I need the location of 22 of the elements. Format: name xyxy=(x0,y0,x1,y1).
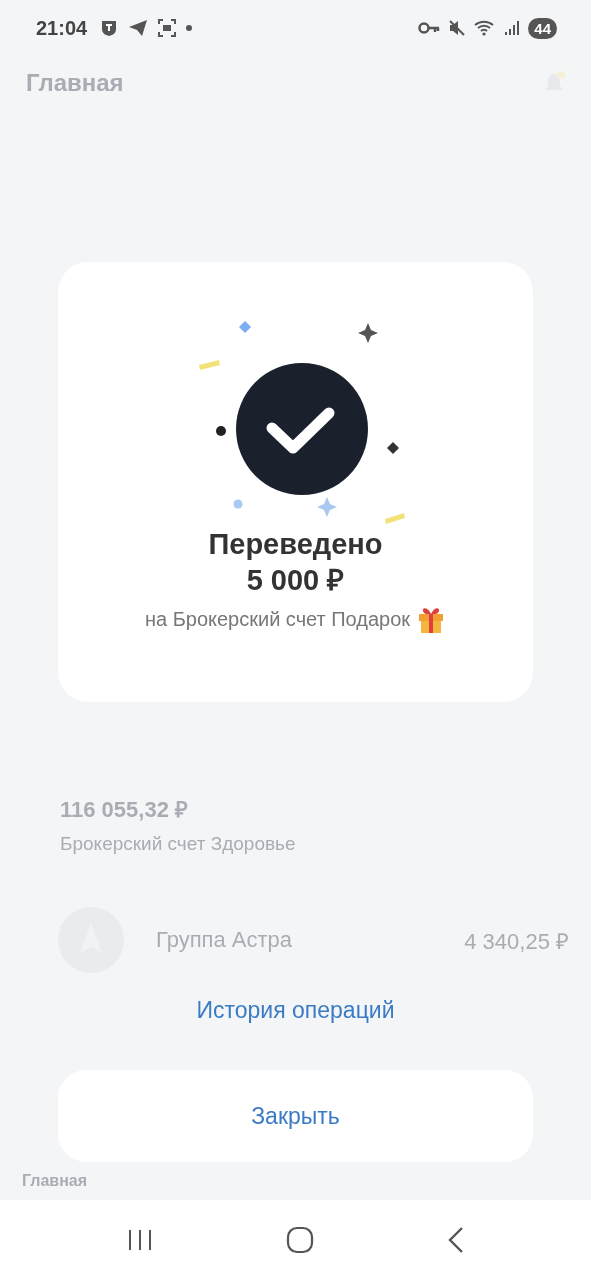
screenshot-icon xyxy=(157,18,178,38)
back-icon[interactable] xyxy=(446,1226,465,1254)
transfer-destination: на Брокерский счет Подарок xyxy=(144,607,411,631)
dialog-title: Переведено xyxy=(208,527,383,562)
transfer-amount: 5 000 ₽ xyxy=(246,563,345,598)
mute-icon xyxy=(448,19,467,37)
dot-icon xyxy=(185,24,194,32)
send-icon xyxy=(127,18,150,38)
asset-value: 4 340,25 ₽ xyxy=(464,928,569,955)
signal-icon xyxy=(504,20,521,36)
history-link[interactable]: История операций xyxy=(196,997,395,1024)
home-icon[interactable] xyxy=(285,1226,314,1254)
recent-apps-icon[interactable] xyxy=(126,1228,153,1252)
account-balance: 116 055,32 ₽ xyxy=(60,796,189,823)
battery-indicator: 44 xyxy=(528,17,557,39)
close-button[interactable]: Закрыть xyxy=(58,1070,533,1162)
asset-name: Группа Астра xyxy=(156,927,293,953)
account-name: Брокерский счет Здоровье xyxy=(60,833,297,855)
page-title: Главная xyxy=(26,69,124,97)
status-time: 21:04 xyxy=(36,16,88,40)
key-icon xyxy=(418,21,441,35)
tab-label: Главная xyxy=(22,1172,89,1190)
